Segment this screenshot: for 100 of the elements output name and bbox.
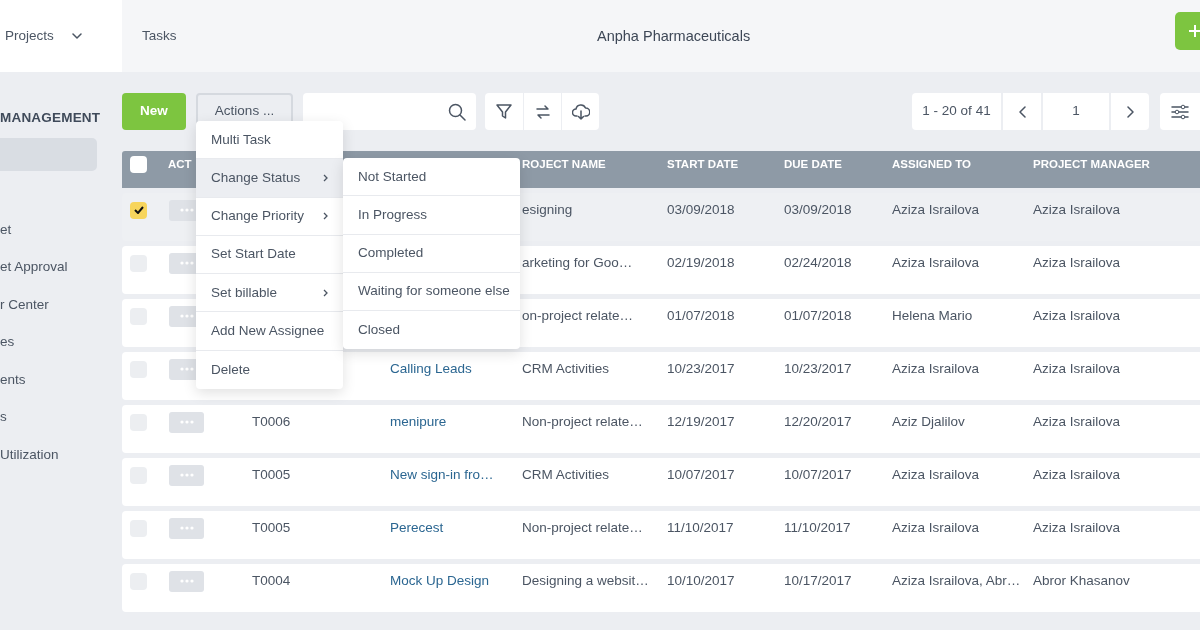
plus-icon	[1188, 24, 1200, 39]
more-button[interactable]	[169, 517, 204, 539]
table-cell: 01/07/2018	[667, 308, 735, 324]
table-row[interactable]: T0005 Perecest Non-project relate… 11/10/2017 11/10/2017 Aziza Israilova Aziza Israilova	[122, 511, 1200, 559]
column-settings-button[interactable]	[1160, 93, 1200, 130]
dots-icon	[179, 367, 194, 372]
table-cell: 12/20/2017	[784, 414, 852, 430]
table-cell: T0005	[252, 520, 291, 536]
table-cell: Aziza Israilova	[1033, 520, 1121, 536]
table-cell: Designing a websit…	[522, 573, 649, 589]
table-cell: Aziza Israilova	[892, 255, 980, 271]
more-button[interactable]	[169, 411, 204, 433]
dots-icon	[179, 420, 194, 425]
sidebar-item[interactable]: et	[0, 211, 122, 249]
search-field[interactable]	[303, 93, 476, 130]
table-cell: Aziza Israilova	[1033, 361, 1121, 377]
next-page-button[interactable]	[1111, 93, 1149, 130]
prev-page-button[interactable]	[1003, 93, 1041, 130]
chevron-right-icon	[323, 212, 328, 221]
table-cell: Aziza Israilova	[1033, 467, 1121, 483]
menu-item[interactable]: Change Status	[196, 159, 343, 198]
check-icon	[133, 206, 144, 215]
dots-icon	[179, 208, 194, 213]
table-row[interactable]: T0004 Mock Up Design Designing a websit… 10/10/2017 10/17/2017 Aziza Israilova, Abr… Abror Khasanov	[122, 564, 1200, 612]
menu-item[interactable]: In Progress	[343, 196, 520, 235]
table-cell: esigning	[522, 202, 573, 218]
page-title: Anpha Pharmaceuticals	[597, 27, 751, 46]
menu-item[interactable]: Completed	[343, 234, 520, 273]
sidebar-item[interactable]: ents	[0, 361, 122, 399]
page-number-field[interactable]: 1	[1043, 93, 1109, 130]
table-cell: Aziza Israilova	[892, 467, 980, 483]
table-cell: 12/19/2017	[667, 414, 735, 430]
table-cell: CRM Activities	[522, 361, 609, 377]
table-cell: T0005	[252, 467, 291, 483]
more-button[interactable]	[169, 570, 204, 592]
table-cell: Abror Khasanov	[1033, 573, 1130, 589]
sidebar-item[interactable]: s	[0, 398, 122, 437]
table-cell: 10/17/2017	[784, 573, 852, 589]
table-cell: Helena Mario	[892, 308, 973, 324]
dots-icon	[179, 526, 194, 531]
sidebar-item[interactable]: r Center	[0, 286, 122, 324]
dots-icon	[179, 314, 194, 319]
chevron-right-icon	[323, 173, 328, 182]
task-link[interactable]: Calling Leads	[390, 361, 472, 377]
menu-item[interactable]: Waiting for someone else	[343, 272, 520, 312]
menu-item[interactable]: Not Started	[343, 158, 520, 197]
table-cell: 02/19/2018	[667, 255, 735, 271]
table-cell: T0004	[252, 573, 291, 589]
page-range: 1 - 20 of 41	[912, 93, 1001, 130]
checkbox[interactable]	[130, 201, 147, 219]
projects-menu[interactable]: Projects	[5, 25, 54, 47]
table-cell: 10/23/2017	[784, 361, 852, 377]
sliders-icon	[1171, 103, 1189, 120]
task-link[interactable]: Perecest	[390, 520, 444, 536]
chevron-right-icon	[323, 288, 328, 297]
task-link[interactable]: Mock Up Design	[390, 573, 490, 589]
dots-icon	[179, 473, 194, 478]
cloud-download-icon	[571, 102, 590, 121]
table-row[interactable]: T0005 New sign-in fro… CRM Activities 10/07/2017 10/07/2017 Aziza Israilova Aziza Israilova	[122, 458, 1200, 506]
table-cell: Aziza Israilova	[1033, 308, 1121, 324]
section-heading: MANAGEMENT	[0, 109, 102, 127]
task-link[interactable]: menipure	[390, 414, 447, 430]
table-cell: 11/10/2017	[667, 520, 734, 536]
sidebar-item[interactable]: et Approval	[0, 248, 122, 287]
table-cell: Aziza Israilova	[1033, 255, 1121, 271]
chevron-down-icon	[71, 33, 82, 39]
table-cell: 03/09/2018	[784, 202, 852, 218]
table-cell: 10/07/2017	[667, 467, 735, 483]
table-row[interactable]: T0006 menipure Non-project relate… 12/19/2017 12/20/2017 Aziz Djalilov Aziza Israilova	[122, 405, 1200, 453]
table-cell: 10/23/2017	[667, 361, 735, 377]
menu-item[interactable]: Delete	[196, 350, 343, 390]
search-icon	[448, 102, 466, 121]
chevron-right-icon	[1126, 105, 1134, 118]
table-cell: 01/07/2018	[784, 308, 852, 324]
table-cell: Aziz Djalilov	[892, 414, 965, 430]
sidebar-item[interactable]: es	[0, 323, 122, 362]
sidebar-item[interactable]: Utilization	[0, 436, 122, 474]
table-cell: Aziza Israilova	[1033, 202, 1121, 218]
table-cell: T0006	[252, 414, 291, 430]
table-cell: 10/07/2017	[784, 467, 852, 483]
swap-arrows-icon	[533, 102, 552, 121]
chevron-left-icon	[1018, 105, 1026, 118]
table-cell: 11/10/2017	[784, 520, 851, 536]
table-cell: Non-project relate…	[522, 520, 643, 536]
table-cell: CRM Activities	[522, 467, 609, 483]
more-button[interactable]	[169, 464, 204, 486]
table-cell: Aziza Israilova	[1033, 414, 1121, 430]
table-cell: on-project relate…	[522, 308, 634, 324]
table-cell: arketing for Goo…	[522, 255, 633, 271]
task-link[interactable]: New sign-in fro…	[390, 467, 494, 483]
dots-icon	[179, 261, 194, 266]
table-cell: Non-project relate…	[522, 414, 643, 430]
table-cell: Aziza Israilova	[892, 520, 980, 536]
checkbox[interactable]	[130, 156, 147, 174]
menu-item[interactable]: Closed	[343, 311, 520, 350]
table-cell: Aziza Israilova	[892, 202, 980, 218]
breadcrumb-link[interactable]: Tasks	[142, 25, 177, 47]
table-cell: 02/24/2018	[784, 255, 852, 271]
table-cell: Aziza Israilova, Abr…	[892, 573, 1021, 589]
dots-icon	[179, 579, 194, 584]
